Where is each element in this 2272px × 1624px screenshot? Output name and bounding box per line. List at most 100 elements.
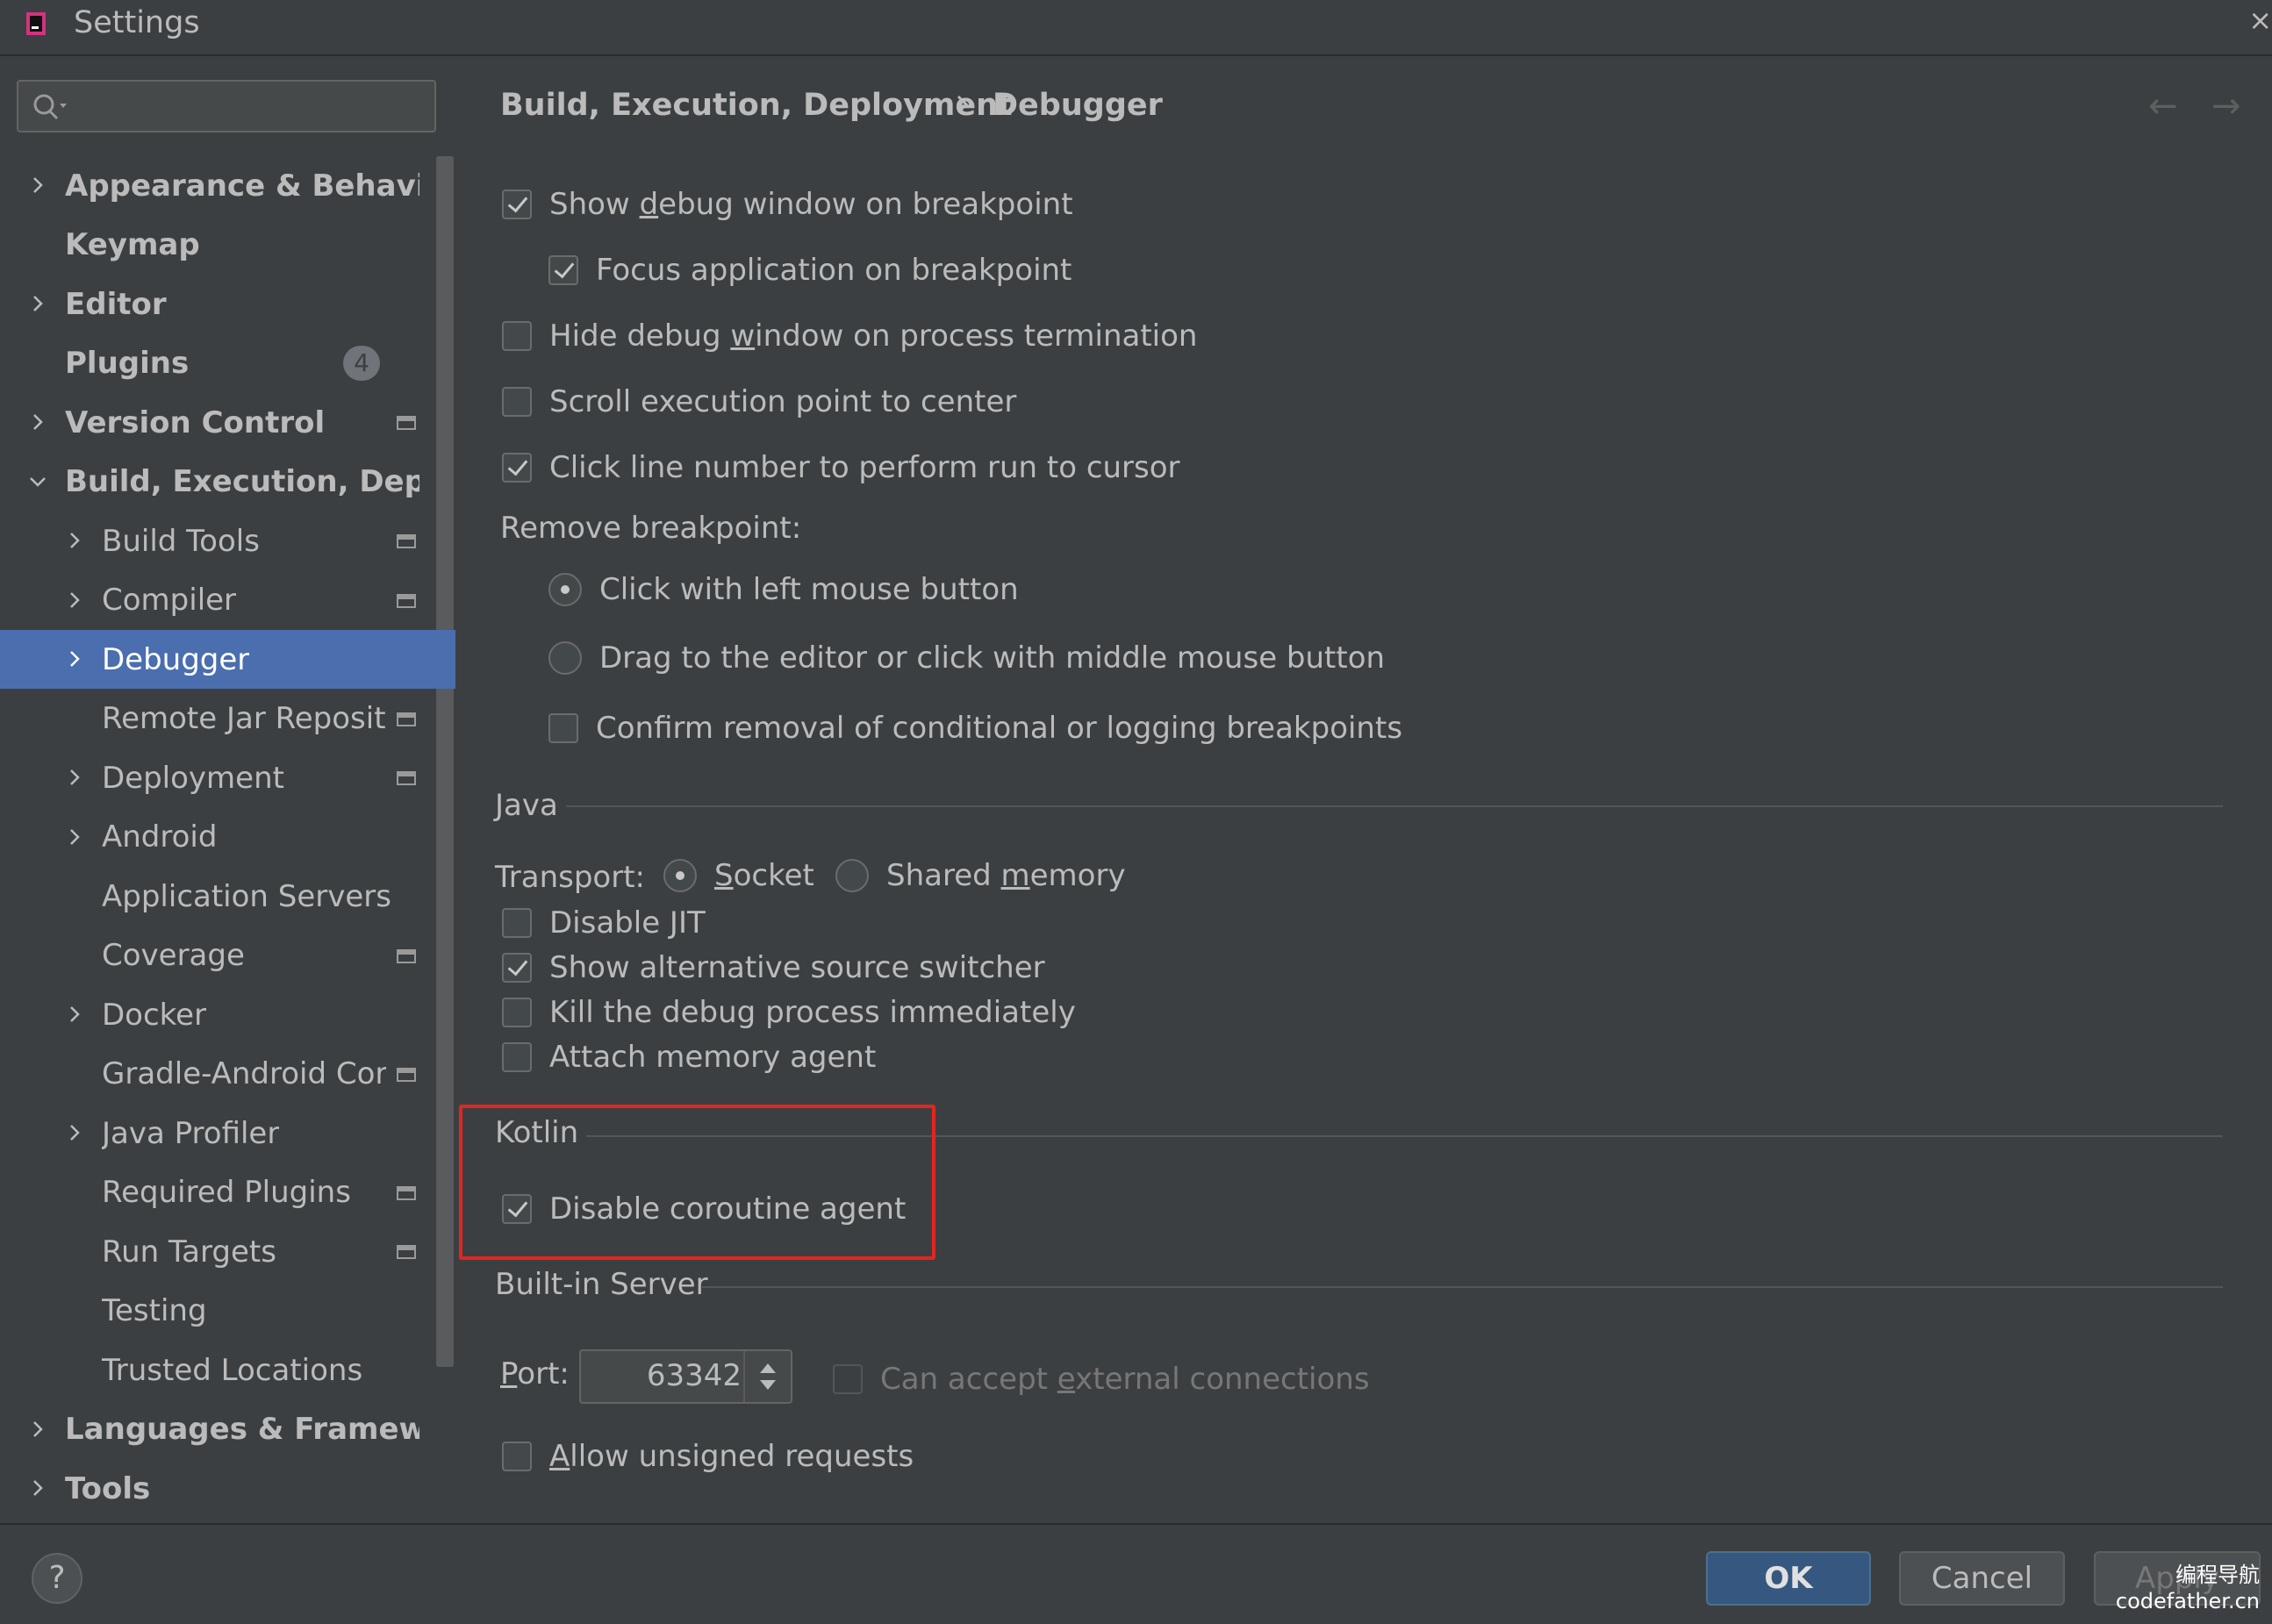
spinner-arrows-icon[interactable]	[743, 1351, 791, 1402]
sidebar-item-label: Build, Execution, Deploy	[65, 464, 419, 499]
chevron-right-icon[interactable]	[65, 1123, 84, 1142]
chevron-right-icon[interactable]	[28, 294, 47, 313]
remove-drag-radio[interactable]: Drag to the editor or click with middle …	[548, 640, 1385, 676]
project-level-icon	[397, 1245, 416, 1259]
alt-source-switcher-checkbox[interactable]: Show alternative source switcher	[502, 950, 1045, 985]
sidebar-item-plugins[interactable]: Plugins 4	[0, 334, 435, 393]
sidebar-item-docker[interactable]: Docker	[0, 985, 435, 1044]
attach-memory-checkbox[interactable]: Attach memory agent	[502, 1040, 876, 1075]
sidebar-item-remote-jar-reposito[interactable]: Remote Jar Reposito	[0, 690, 435, 748]
sidebar-item-build-execution-deploy[interactable]: Build, Execution, Deploy	[0, 453, 435, 512]
sidebar-item-required-plugins[interactable]: Required Plugins	[0, 1163, 435, 1222]
chevron-right-icon[interactable]	[28, 412, 47, 432]
close-icon[interactable]: ×	[2248, 4, 2272, 37]
chevron-right-icon[interactable]	[65, 1005, 84, 1024]
chevron-right-icon[interactable]	[28, 1478, 47, 1498]
sidebar-item-java-profiler[interactable]: Java Profiler	[0, 1104, 435, 1163]
label-part: emory	[1029, 858, 1126, 893]
chevron-down-icon[interactable]	[28, 472, 47, 491]
chevron-right-icon[interactable]	[65, 590, 84, 610]
checkbox-box[interactable]	[502, 1042, 532, 1072]
mnemonic: w	[730, 318, 756, 354]
sidebar-item-editor[interactable]: Editor	[0, 275, 435, 333]
checkbox-box[interactable]	[548, 713, 578, 743]
checkbox-box[interactable]	[502, 1442, 532, 1471]
checkbox-box[interactable]	[502, 453, 532, 483]
sidebar-item-version-control[interactable]: Version Control	[0, 393, 435, 452]
chevron-right-icon[interactable]	[28, 175, 47, 195]
radio-circle[interactable]	[835, 859, 869, 892]
cancel-button[interactable]: Cancel	[1899, 1551, 2065, 1606]
sidebar-item-keymap[interactable]: Keymap	[0, 216, 435, 275]
label-part: Hide debug	[549, 318, 731, 354]
chevron-right-icon[interactable]	[65, 531, 84, 550]
project-level-icon	[397, 948, 416, 963]
checkbox-box[interactable]	[502, 190, 532, 219]
checkbox-box[interactable]	[502, 998, 532, 1027]
radio-circle[interactable]	[548, 573, 582, 606]
disable-jit-label: Disable JIT	[549, 905, 706, 941]
transport-shared-memory-radio[interactable]: Shared memory	[835, 858, 1126, 893]
sidebar-item-testing[interactable]: Testing	[0, 1282, 435, 1341]
accept-external-checkbox[interactable]: Can accept external connections	[833, 1362, 1370, 1397]
back-arrow-icon[interactable]: ←	[2148, 86, 2178, 126]
forward-arrow-icon[interactable]: →	[2211, 86, 2241, 126]
sidebar-item-label: Languages & Frameworl	[65, 1412, 419, 1447]
sidebar-item-label: Compiler	[102, 583, 237, 618]
remove-left-click-radio[interactable]: Click with left mouse button	[548, 572, 1019, 607]
disable-jit-checkbox[interactable]: Disable JIT	[502, 905, 706, 941]
search-input[interactable]	[17, 80, 436, 132]
sidebar-item-run-targets[interactable]: Run Targets	[0, 1222, 435, 1281]
click-line-number-checkbox[interactable]: Click line number to perform run to curs…	[502, 450, 1180, 485]
chevron-right-icon[interactable]	[65, 649, 84, 669]
checkbox-box[interactable]	[502, 387, 532, 417]
label-part: ocket	[733, 858, 814, 893]
transport-socket-radio[interactable]: Socket	[663, 858, 814, 893]
sidebar-item-build-tools[interactable]: Build Tools	[0, 512, 435, 570]
checkbox-box[interactable]	[502, 953, 532, 983]
port-spinner[interactable]: 63342	[579, 1349, 792, 1404]
chevron-right-icon[interactable]	[28, 1420, 47, 1439]
sidebar-item-tools[interactable]: Tools	[0, 1459, 435, 1518]
ok-button[interactable]: OK	[1706, 1551, 1871, 1606]
port-value[interactable]: 63342	[647, 1358, 742, 1393]
window-title: Settings	[74, 5, 200, 40]
confirm-removal-checkbox[interactable]: Confirm removal of conditional or loggin…	[548, 711, 1402, 746]
java-section-divider	[566, 805, 2223, 807]
chevron-right-icon[interactable]	[65, 827, 84, 847]
sidebar-item-deployment[interactable]: Deployment	[0, 748, 435, 807]
sidebar-item-compiler[interactable]: Compiler	[0, 571, 435, 630]
attach-memory-label: Attach memory agent	[549, 1040, 877, 1075]
sidebar-item-debugger[interactable]: Debugger	[0, 630, 455, 689]
checkbox-box[interactable]	[548, 255, 578, 285]
sidebar-item-application-servers[interactable]: Application Servers	[0, 867, 435, 926]
hide-debug-window-label: Hide debug window on process termination	[549, 318, 1197, 354]
sidebar-item-trusted-locations[interactable]: Trusted Locations	[0, 1341, 435, 1399]
show-debug-window-checkbox[interactable]: Show debug window on breakpoint	[502, 187, 1073, 222]
checkbox-box[interactable]	[502, 321, 532, 351]
sidebar-item-label: Appearance & Behavior	[65, 168, 419, 204]
sidebar-item-label: Build Tools	[102, 523, 260, 559]
focus-application-checkbox[interactable]: Focus application on breakpoint	[548, 253, 1071, 288]
radio-circle[interactable]	[548, 641, 582, 675]
allow-unsigned-checkbox[interactable]: Allow unsigned requests	[502, 1439, 914, 1474]
show-debug-window-label: Show debug window on breakpoint	[549, 187, 1073, 222]
hide-debug-window-checkbox[interactable]: Hide debug window on process termination	[502, 318, 1197, 354]
checkbox-box[interactable]	[833, 1364, 863, 1394]
scroll-execution-label: Scroll execution point to center	[549, 384, 1017, 419]
sidebar-item-languages-frameworl[interactable]: Languages & Frameworl	[0, 1400, 435, 1459]
sidebar-item-appearance-behavior[interactable]: Appearance & Behavior	[0, 156, 435, 215]
chevron-right-icon[interactable]	[65, 768, 84, 787]
kill-debug-checkbox[interactable]: Kill the debug process immediately	[502, 995, 1076, 1030]
scroll-execution-checkbox[interactable]: Scroll execution point to center	[502, 384, 1016, 419]
sidebar-item-android[interactable]: Android	[0, 808, 435, 867]
sidebar-item-label: Trusted Locations	[102, 1352, 363, 1388]
radio-circle[interactable]	[663, 859, 697, 892]
sidebar-item-gradle-android-cor[interactable]: Gradle-Android Cor	[0, 1045, 435, 1104]
sidebar-item-coverage[interactable]: Coverage	[0, 926, 435, 985]
checkbox-box[interactable]	[502, 908, 532, 938]
allow-unsigned-label: Allow unsigned requests	[549, 1439, 914, 1474]
tree-scrollbar-thumb[interactable]	[436, 156, 454, 1367]
label-part: xternal connections	[1075, 1362, 1370, 1397]
help-button[interactable]: ?	[32, 1553, 82, 1604]
